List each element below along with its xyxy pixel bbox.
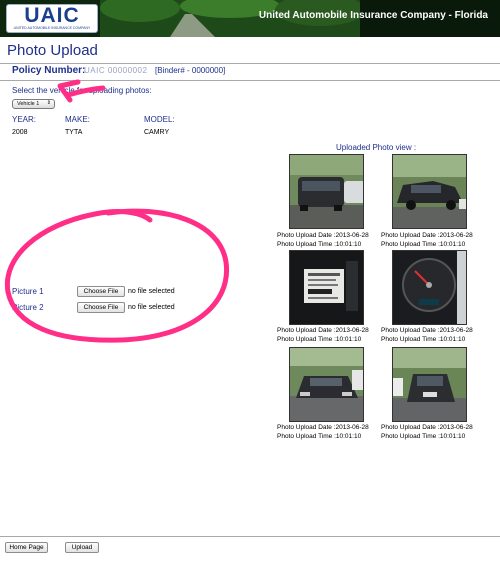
- photo-6-date: Photo Upload Date :2013-06-28: [381, 424, 473, 431]
- photo-1-date: Photo Upload Date :2013-06-28: [277, 232, 369, 239]
- uploaded-photo-1[interactable]: [289, 154, 364, 229]
- make-value: TYTA: [65, 129, 83, 136]
- uaic-logo[interactable]: UAIC UNITED AUTOMOBILE INSURANCE COMPANY: [6, 4, 98, 33]
- logo-text: UAIC: [24, 4, 80, 27]
- photo-4-time: Photo Upload Time :10:01:10: [381, 336, 466, 343]
- photo-1-time: Photo Upload Time :10:01:10: [277, 241, 362, 248]
- select-arrows-icon: ⇕: [46, 100, 51, 106]
- uploaded-photo-4[interactable]: [392, 250, 467, 325]
- vehicle-select-label: Select the vehicle for uploading photos:: [12, 86, 152, 95]
- picture-1-label: Picture 1: [12, 287, 44, 296]
- company-name: United Automobile Insurance Company - Fl…: [258, 10, 488, 21]
- year-header: YEAR:: [12, 115, 37, 124]
- photo-5-date: Photo Upload Date :2013-06-28: [277, 424, 369, 431]
- picture-1-status: no file selected: [128, 288, 175, 295]
- photo-3-time: Photo Upload Time :10:01:10: [277, 336, 362, 343]
- choose-file-button-2[interactable]: Choose File: [77, 302, 125, 313]
- model-value: CAMRY: [144, 129, 170, 136]
- uploaded-photo-6[interactable]: [392, 347, 467, 422]
- model-header: MODEL:: [144, 115, 175, 124]
- photo-2-date: Photo Upload Date :2013-06-28: [381, 232, 473, 239]
- photo-2-time: Photo Upload Time :10:01:10: [381, 241, 466, 248]
- uploaded-photo-2[interactable]: [392, 154, 467, 229]
- year-value: 2008: [12, 129, 28, 136]
- policy-bar: Policy Number: UAIC 00000002 [Binder# - …: [0, 63, 500, 81]
- make-header: MAKE:: [65, 115, 90, 124]
- picture-2-label: Picture 2: [12, 303, 44, 312]
- page-title: Photo Upload: [7, 42, 98, 59]
- vehicle-select-value: Vehicle 1: [17, 101, 40, 107]
- policy-number-value: UAIC 00000002: [84, 66, 148, 75]
- photo-3-date: Photo Upload Date :2013-06-28: [277, 327, 369, 334]
- policy-number-label: Policy Number:: [12, 65, 86, 76]
- binder-number: [Binder# - 0000000]: [155, 66, 226, 75]
- photo-6-time: Photo Upload Time :10:01:10: [381, 433, 466, 440]
- photo-5-time: Photo Upload Time :10:01:10: [277, 433, 362, 440]
- annotation-circle: [4, 208, 230, 343]
- upload-button[interactable]: Upload: [65, 542, 99, 553]
- photo-4-date: Photo Upload Date :2013-06-28: [381, 327, 473, 334]
- uploaded-photo-3[interactable]: [289, 250, 364, 325]
- uploaded-photo-5[interactable]: [289, 347, 364, 422]
- home-page-button[interactable]: Home Page: [5, 542, 48, 553]
- vehicle-select[interactable]: Vehicle 1 ⇕: [12, 99, 55, 109]
- choose-file-button-1[interactable]: Choose File: [77, 286, 125, 297]
- picture-2-status: no file selected: [128, 304, 175, 311]
- uploaded-photo-view-title: Uploaded Photo view :: [336, 143, 417, 152]
- header-banner: UAIC UNITED AUTOMOBILE INSURANCE COMPANY…: [0, 0, 500, 37]
- logo-subtext: UNITED AUTOMOBILE INSURANCE COMPANY: [13, 26, 91, 30]
